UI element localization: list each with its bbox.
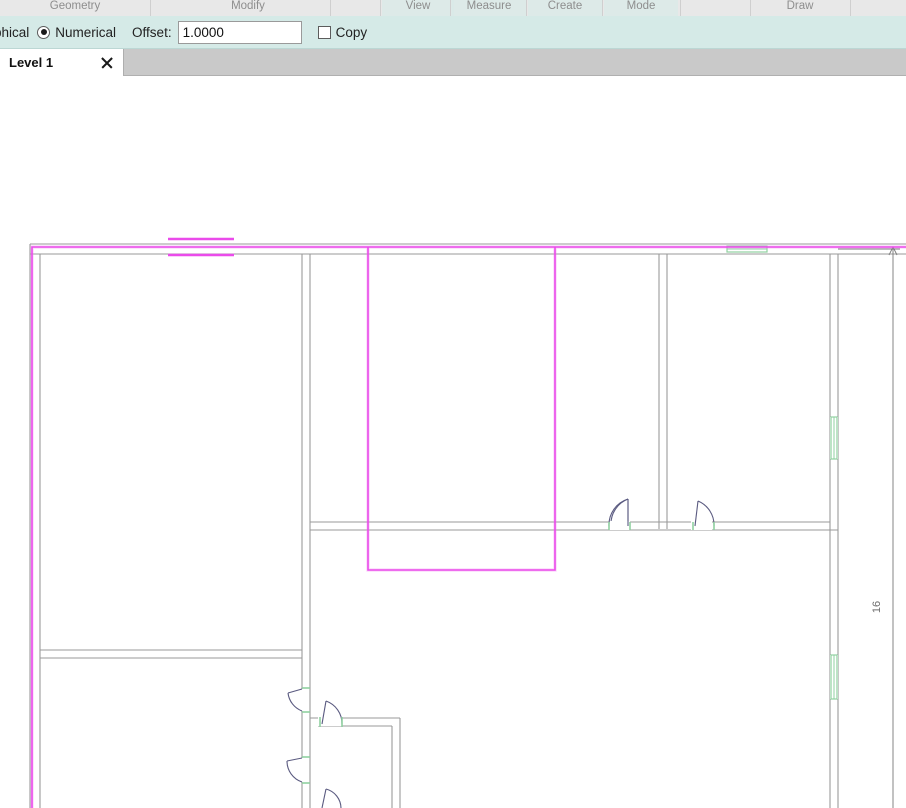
close-icon[interactable] [99, 55, 115, 71]
ribbon-separator [330, 0, 331, 16]
ribbon-panel-measure[interactable]: Measure [452, 0, 526, 16]
door-symbol [321, 788, 342, 808]
ribbon-separator [680, 0, 681, 16]
ribbon-panel-view[interactable]: View [382, 0, 454, 16]
radio-indicator-numerical[interactable] [37, 25, 51, 39]
floor-plan-windows [726, 245, 838, 700]
view-tab-strip: Level 1 [0, 49, 906, 76]
view-tab-label: Level 1 [9, 55, 54, 70]
cad-application-window: Geometry Modify View Measure Create Mode… [0, 0, 906, 808]
copy-checkbox[interactable] [317, 25, 331, 39]
ribbon-panel-geometry[interactable]: Geometry [0, 0, 150, 16]
offset-value-input[interactable] [177, 20, 302, 44]
ribbon-panel-label-strip: Geometry Modify View Measure Create Mode… [0, 0, 906, 16]
dimension-label-16: 16 [871, 601, 883, 613]
offset-mode-numerical-radio[interactable]: Numerical [37, 25, 116, 40]
window-symbol [830, 654, 838, 700]
copy-label: Copy [335, 24, 368, 40]
door-symbol [286, 756, 310, 784]
ribbon-separator [526, 0, 527, 16]
ribbon-panel-create[interactable]: Create [528, 0, 602, 16]
ribbon-separator [380, 0, 381, 16]
view-tab-level-1[interactable]: Level 1 [0, 49, 124, 76]
floor-plan-svg: 16 [29, 237, 906, 808]
selection-highlight-glow [30, 237, 906, 808]
floor-plan-doors [286, 498, 715, 808]
door-symbol [691, 500, 715, 530]
ribbon-separator [850, 0, 851, 16]
ribbon-separator [450, 0, 451, 16]
window-symbol [830, 416, 838, 460]
copy-checkbox-group[interactable]: Copy [317, 24, 368, 40]
ribbon-separator [602, 0, 603, 16]
offset-field-label: Offset: [132, 24, 172, 40]
ribbon-panel-mode[interactable]: Mode [604, 0, 678, 16]
dimension-line-right[interactable] [838, 245, 900, 808]
ribbon-separator [750, 0, 751, 16]
selection-highlight[interactable] [31, 246, 906, 808]
floor-plan-walls [29, 243, 906, 808]
door-symbol [318, 700, 343, 727]
options-bar: phical Numerical Offset: Copy [0, 16, 906, 49]
ribbon-panel-modify[interactable]: Modify [178, 0, 318, 16]
offset-mode-graphical-label[interactable]: phical [0, 25, 29, 40]
door-symbol [287, 687, 310, 713]
drawing-canvas[interactable]: 16 [0, 77, 906, 808]
ribbon-separator [150, 0, 151, 16]
ribbon-panel-draw[interactable]: Draw [752, 0, 848, 16]
offset-mode-numerical-label: Numerical [55, 24, 117, 40]
door-symbol [608, 498, 631, 530]
